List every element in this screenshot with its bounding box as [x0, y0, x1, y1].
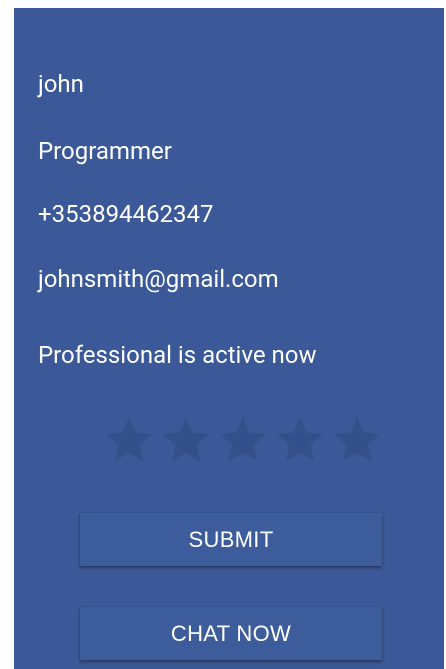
star-icon[interactable]	[216, 413, 270, 467]
star-icon[interactable]	[330, 413, 384, 467]
profile-role: Programmer	[38, 137, 172, 165]
star-icon[interactable]	[273, 413, 327, 467]
profile-phone: +353894462347	[38, 200, 214, 228]
profile-email: johnsmith@gmail.com	[38, 265, 279, 293]
rating-bar[interactable]	[102, 413, 384, 467]
profile-screen: john Programmer +353894462347 johnsmith@…	[14, 8, 444, 669]
star-icon[interactable]	[159, 413, 213, 467]
submit-button[interactable]: SUBMIT	[80, 513, 382, 566]
chat-now-button[interactable]: CHAT NOW	[80, 607, 382, 660]
star-icon[interactable]	[102, 413, 156, 467]
profile-name: john	[38, 70, 84, 98]
profile-status: Professional is active now	[38, 341, 317, 369]
